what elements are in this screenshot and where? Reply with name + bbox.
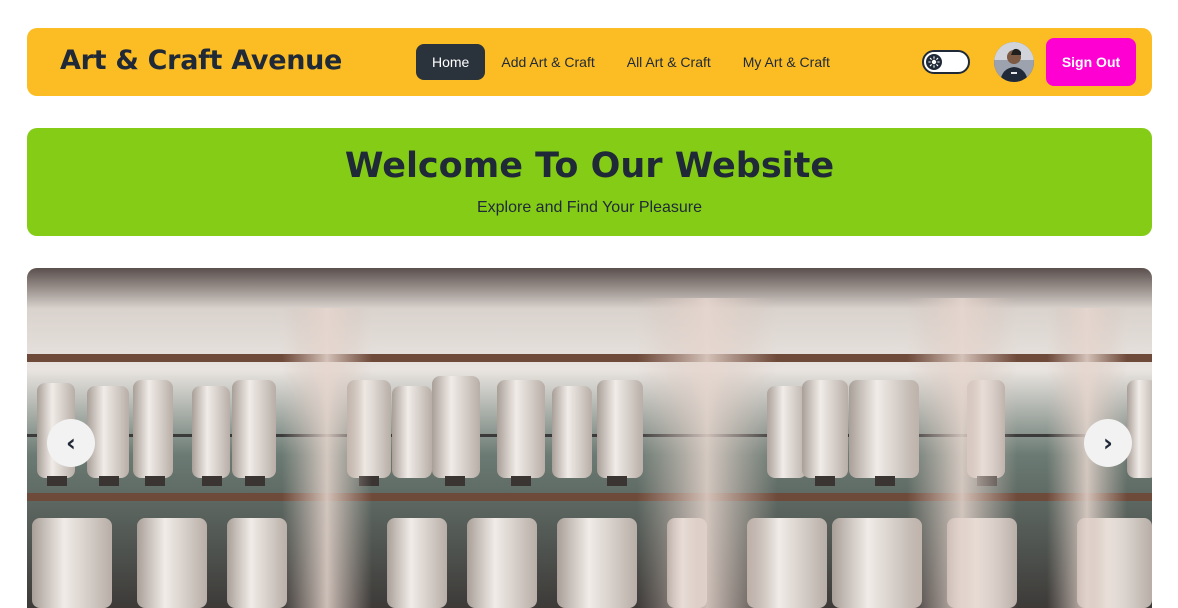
main-nav: Home Add Art & Craft All Art & Craft My … xyxy=(416,44,846,80)
user-avatar[interactable] xyxy=(994,42,1034,82)
nav-all-art-craft-link[interactable]: All Art & Craft xyxy=(611,44,727,80)
welcome-banner: Welcome To Our Website Explore and Find … xyxy=(27,128,1152,236)
welcome-subtitle: Explore and Find Your Pleasure xyxy=(476,199,703,216)
theme-toggle[interactable] xyxy=(922,50,970,74)
spools-of-thread-image xyxy=(27,268,1152,608)
sun-icon xyxy=(926,54,942,70)
carousel-next-button[interactable]: › xyxy=(1084,419,1132,467)
welcome-title: Welcome To Our Website xyxy=(344,146,835,186)
sign-out-button[interactable]: Sign Out xyxy=(1046,38,1136,86)
nav-home-link[interactable]: Home xyxy=(416,44,486,80)
navbar: Art & Craft Avenue Home Add Art & Craft … xyxy=(27,28,1152,96)
brand-logo-text[interactable]: Art & Craft Avenue xyxy=(60,45,342,76)
nav-my-art-craft-link[interactable]: My Art & Craft xyxy=(727,44,846,80)
image-carousel: ‹ › xyxy=(27,268,1152,608)
carousel-prev-button[interactable]: ‹ xyxy=(47,419,95,467)
nav-add-art-craft-link[interactable]: Add Art & Craft xyxy=(485,44,610,80)
